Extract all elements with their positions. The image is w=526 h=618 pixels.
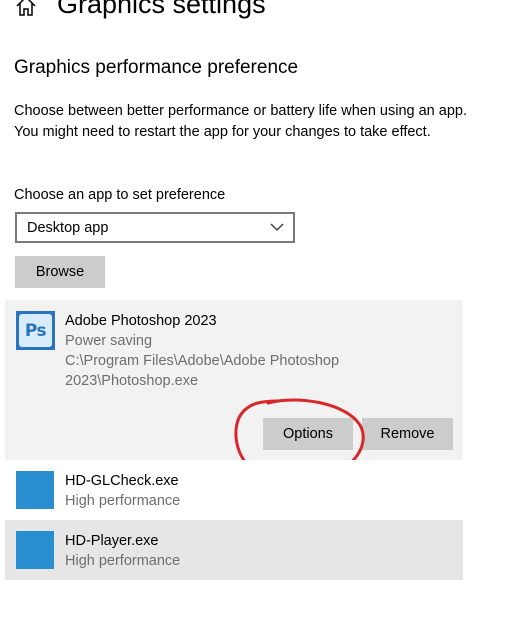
photoshop-icon-text: Ps <box>19 314 52 347</box>
section-description: Choose between better performance or bat… <box>14 103 467 140</box>
choose-app-label: Choose an app to set preference <box>14 187 226 203</box>
app-preference: Power saving <box>65 333 153 349</box>
page-title: Graphics settings <box>57 0 266 19</box>
app-icon <box>16 471 54 509</box>
app-path: C:\Program Files\Adobe\Adobe Photoshop 2… <box>65 353 340 389</box>
app-name: HD-GLCheck.exe <box>65 473 179 489</box>
app-preference: High performance <box>65 493 181 509</box>
chevron-down-icon <box>270 223 284 231</box>
section-title: Graphics performance preference <box>14 57 299 78</box>
home-icon[interactable] <box>14 0 38 18</box>
browse-button[interactable]: Browse <box>15 256 105 288</box>
app-name: HD-Player.exe <box>65 533 159 549</box>
options-button[interactable]: Options <box>263 418 353 450</box>
app-preference: High performance <box>65 553 181 569</box>
app-type-selected-value: Desktop app <box>27 220 109 236</box>
photoshop-icon: Ps <box>16 311 55 350</box>
app-name: Adobe Photoshop 2023 <box>65 313 217 329</box>
app-type-dropdown[interactable]: Desktop app <box>15 212 295 243</box>
remove-button[interactable]: Remove <box>362 418 453 450</box>
app-icon <box>16 531 54 569</box>
